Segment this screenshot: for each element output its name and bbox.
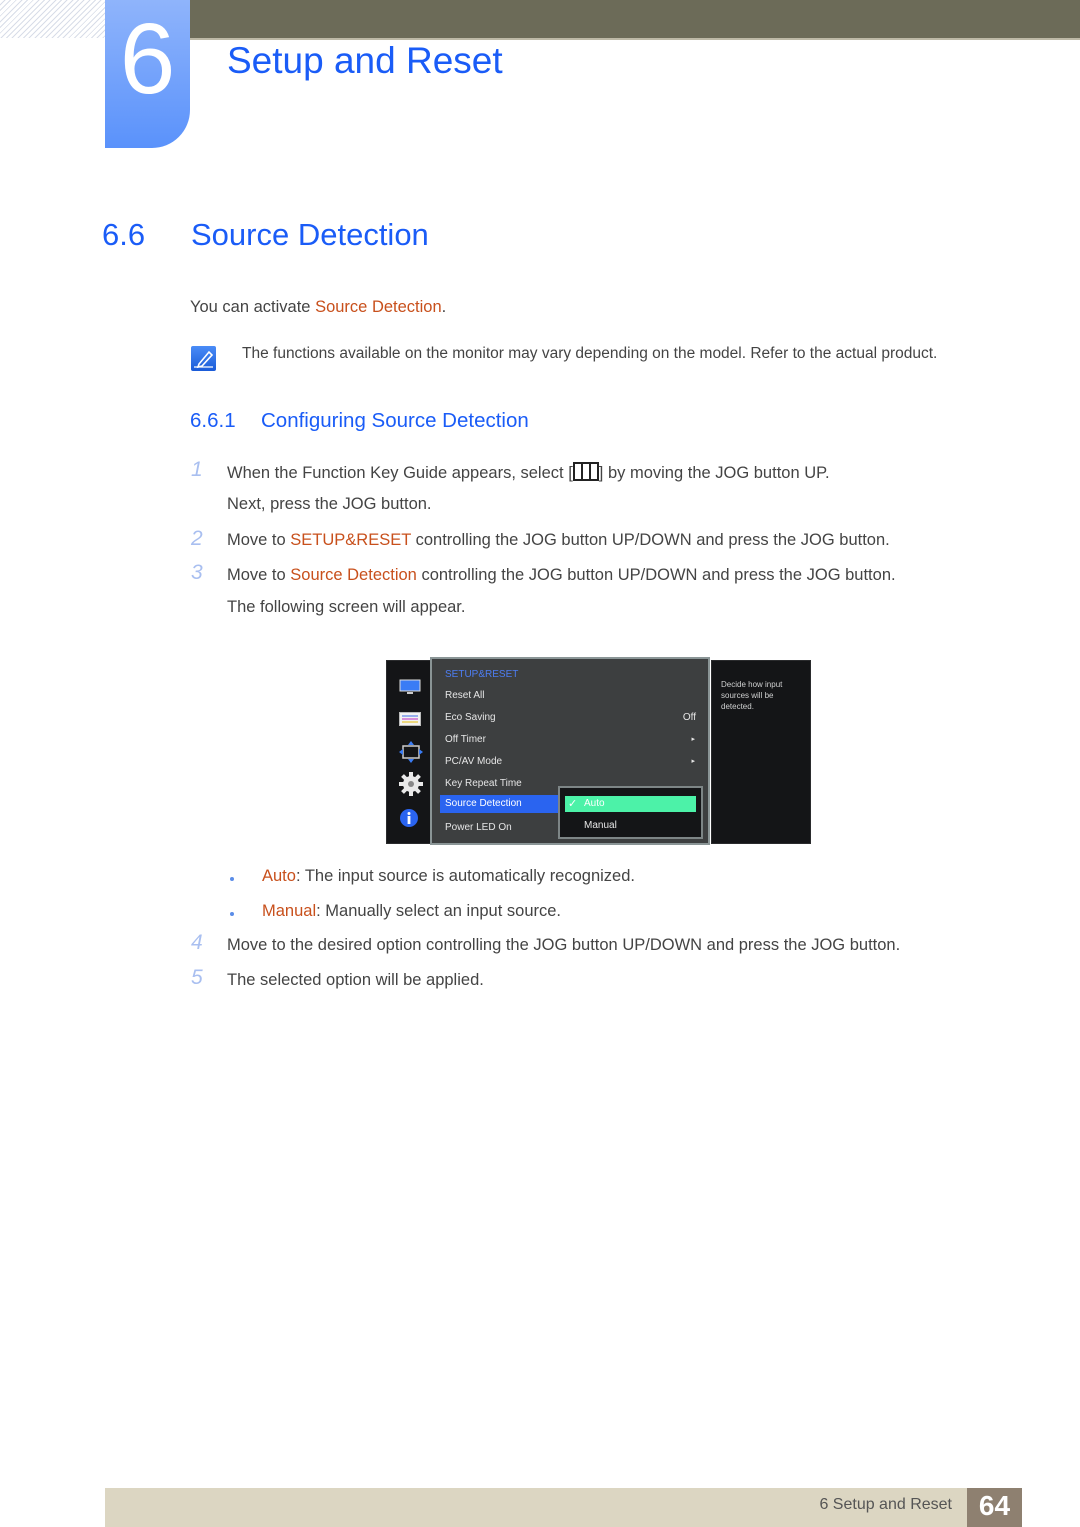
page-number-box: 64 (967, 1488, 1022, 1527)
option-desc: : Manually select an input source. (316, 902, 562, 920)
menu-key-icon (572, 462, 599, 481)
setup-gear-icon (399, 772, 423, 796)
step-3-suffix: controlling the JOG button UP/DOWN and p… (416, 566, 896, 584)
osd-eco-saving-value: Off (682, 712, 696, 723)
picture-icon (399, 679, 421, 694)
header-hatch-decoration (0, 0, 106, 38)
osd-item-key-repeat-time[interactable]: Key Repeat Time (445, 778, 522, 789)
subsection-number: 6.6.1 (190, 409, 236, 432)
option-term: Auto (262, 867, 296, 885)
osd-item-off-timer[interactable]: Off Timer (445, 734, 486, 745)
osd-option-auto-label: Auto (584, 798, 605, 809)
step-2-suffix: controlling the JOG button UP/DOWN and p… (411, 531, 890, 549)
step-2-highlight: SETUP&RESET (290, 531, 412, 549)
step-1-text-a: When the Function Key Guide appears, sel… (227, 464, 573, 482)
intro-highlight: Source Detection (315, 298, 442, 316)
position-icon (399, 741, 423, 763)
osd-help-panel: Decide how input sources will be detecte… (711, 660, 811, 844)
osd-sidebar (386, 660, 434, 844)
step-text: When the Function Key Guide appears, sel… (227, 462, 830, 483)
step-3-line2: The following screen will appear. (227, 598, 466, 616)
osd-source-detection-submenu: ✓ Auto Manual (558, 786, 703, 839)
osd-setup-reset-menu: SETUP&RESET Reset All Eco Saving Off Off… (430, 657, 710, 845)
osd-item-power-led-on[interactable]: Power LED On (445, 822, 512, 833)
footer-chapter-label: 6 Setup and Reset (819, 1496, 952, 1513)
arrow-right-icon: ▸ (691, 736, 695, 743)
step-3-highlight: Source Detection (290, 566, 417, 584)
bullet-icon (230, 877, 234, 881)
intro-prefix: You can activate (190, 298, 316, 316)
checkmark-icon: ✓ (568, 798, 578, 810)
page-footer: 6 Setup and Reset (105, 1488, 1022, 1527)
section-title-text: Source Detection (191, 217, 429, 252)
osd-help-text: Decide how input sources will be detecte… (721, 680, 783, 711)
step-text: Move to SETUP&RESET controlling the JOG … (227, 531, 890, 550)
step-text: The selected option will be applied. (227, 971, 484, 989)
step-3-prefix: Move to (227, 566, 291, 584)
osd-item-reset-all[interactable]: Reset All (445, 690, 484, 701)
intro-paragraph: You can activate Source Detection. (190, 298, 446, 317)
step-2-prefix: Move to (227, 531, 291, 549)
step-text: Move to the desired option controlling t… (227, 936, 901, 954)
step-text: Move to Source Detection controlling the… (227, 566, 896, 585)
arrow-right-icon: ▸ (691, 758, 695, 765)
osd-item-pc-av-mode[interactable]: PC/AV Mode (445, 756, 502, 767)
osd-item-eco-saving[interactable]: Eco Saving (445, 712, 496, 723)
page-number: 64 (978, 1490, 1011, 1521)
section-title: 6.6 Source Detection (102, 217, 429, 253)
note-text: The functions available on the monitor m… (242, 345, 938, 362)
step-number: 5 (191, 966, 203, 989)
step-number: 2 (191, 527, 203, 550)
chapter-number: 6 (119, 3, 176, 115)
step-1-text-b: ] by moving the JOG button UP. (598, 464, 830, 482)
option-term: Manual (262, 902, 317, 920)
option-desc: : The input source is automatically reco… (295, 867, 635, 885)
subsection-title: 6.6.1 Configuring Source Detection (190, 409, 529, 433)
section-number: 6.6 (102, 217, 146, 252)
bullet-icon (230, 912, 234, 916)
chapter-tab: 6 (105, 0, 190, 148)
chapter-top-bar (190, 0, 1080, 40)
intro-suffix: . (441, 298, 447, 316)
osd-option-auto[interactable]: ✓ Auto (565, 796, 696, 812)
osd-menu-title: SETUP&RESET (445, 669, 519, 680)
step-1-line2: Next, press the JOG button. (227, 495, 432, 513)
chapter-title: Setup and Reset (227, 40, 503, 81)
osd-item-source-detection-label: Source Detection (445, 798, 522, 809)
note-pencil-icon (191, 346, 216, 371)
step-number: 3 (191, 561, 203, 584)
osd-item-source-detection[interactable]: Source Detection (440, 795, 562, 813)
subsection-title-text: Configuring Source Detection (261, 409, 529, 432)
option-desc-auto: Auto: The input source is automatically … (262, 867, 635, 886)
step-number: 4 (191, 931, 203, 954)
onscreen-display-icon (399, 712, 421, 726)
osd-option-manual[interactable]: Manual (584, 820, 617, 831)
step-number: 1 (191, 458, 203, 481)
information-icon (400, 809, 418, 827)
option-desc-manual: Manual: Manually select an input source. (262, 902, 561, 921)
